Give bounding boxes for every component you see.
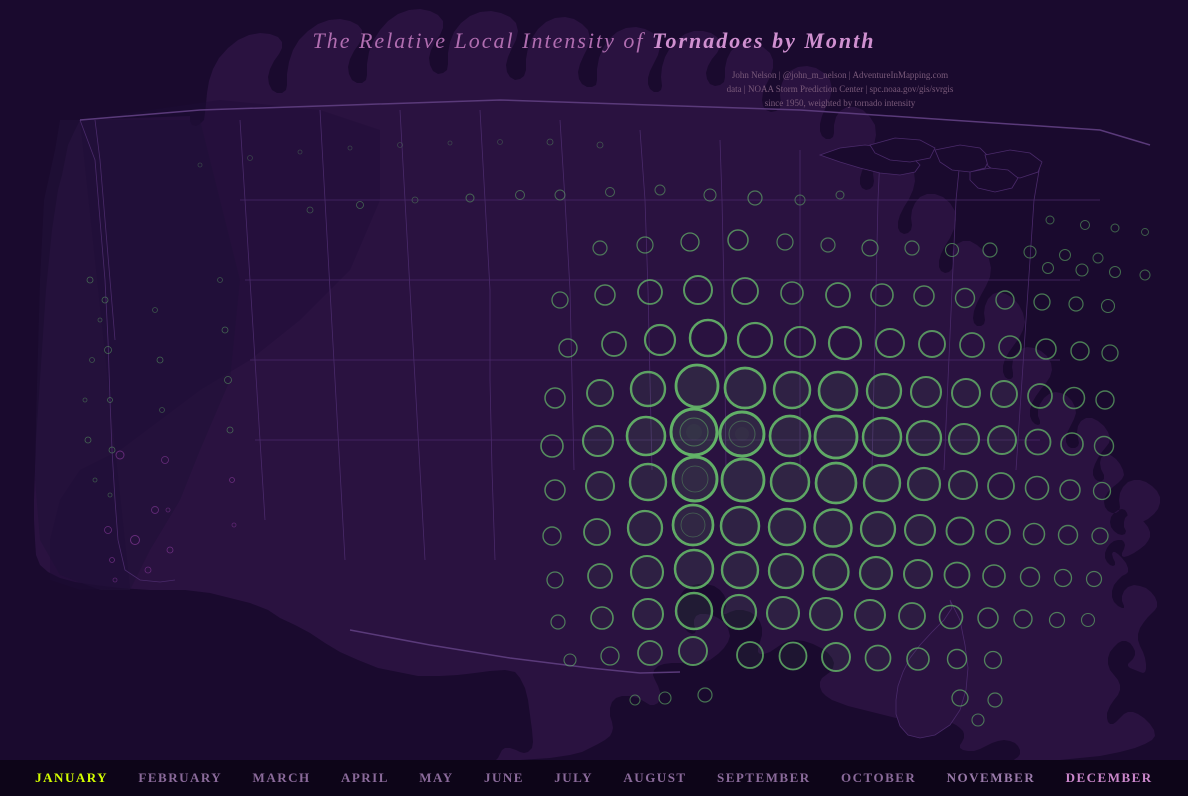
month-bar: JANUARY FEBRUARY MARCH APRIL MAY JUNE JU… <box>0 760 1188 796</box>
month-label-may: MAY <box>419 770 453 786</box>
month-label-november: NOVEMBER <box>947 770 1036 786</box>
month-label-august: AUGUST <box>623 770 686 786</box>
svg-text:The Relative Local Intensity o: The Relative Local Intensity of Tornadoe… <box>312 28 875 53</box>
month-label-march: MARCH <box>253 770 311 786</box>
svg-text:since 1950, weighted by tornad: since 1950, weighted by tornado intensit… <box>765 98 916 108</box>
svg-text:data | NOAA Storm Prediction C: data | NOAA Storm Prediction Center | sp… <box>727 84 954 94</box>
svg-text:John Nelson | @john_m_nelson |: John Nelson | @john_m_nelson | Adventure… <box>732 70 948 80</box>
month-label-january: JANUARY <box>35 770 108 786</box>
month-label-june: JUNE <box>484 770 524 786</box>
month-label-december: DECEMBER <box>1066 770 1153 786</box>
month-label-april: APRIL <box>341 770 389 786</box>
map-container: The Relative Local Intensity of Tornadoe… <box>0 0 1188 760</box>
month-label-february: FEBRUARY <box>138 770 222 786</box>
month-label-july: JULY <box>554 770 593 786</box>
month-label-october: OCTOBER <box>841 770 916 786</box>
month-label-september: SEPTEMBER <box>717 770 811 786</box>
